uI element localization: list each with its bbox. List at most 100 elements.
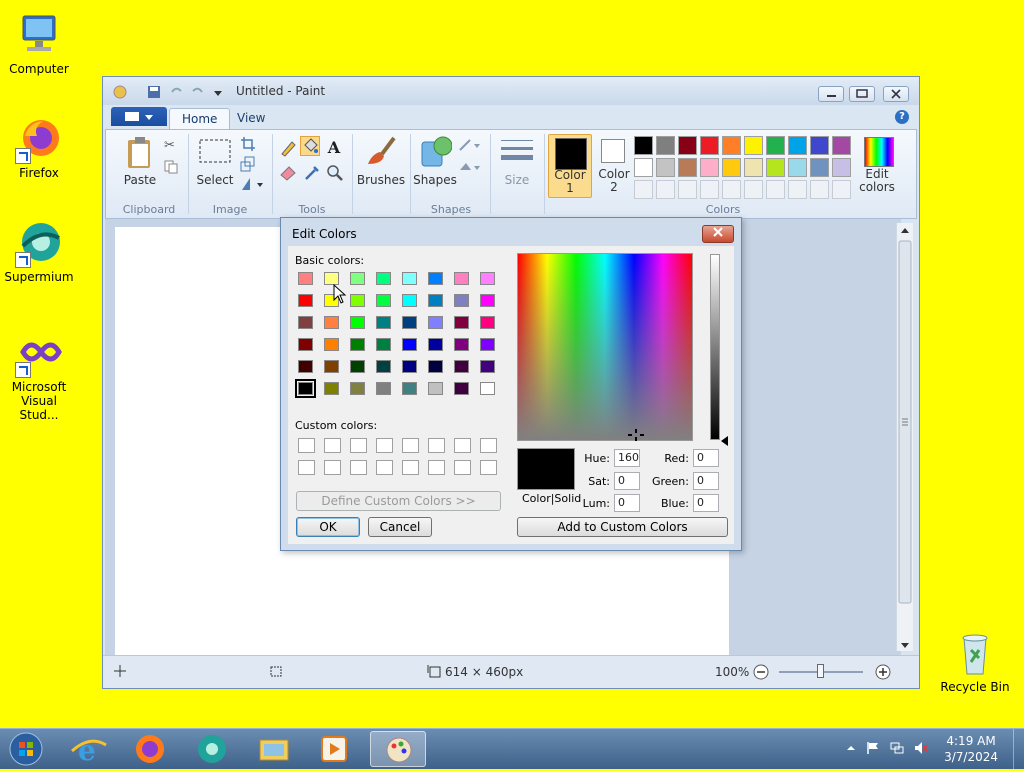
custom-color-swatch[interactable] [402,460,419,475]
basic-color-swatch[interactable] [428,272,443,285]
tab-home[interactable]: Home [169,108,231,130]
basic-color-swatch[interactable] [428,316,443,329]
basic-color-swatch[interactable] [324,360,339,373]
red-field[interactable]: 0 [693,449,719,467]
taskbar-paint-icon[interactable] [370,731,426,767]
palette-swatch[interactable] [766,158,785,177]
basic-color-swatch[interactable] [428,294,443,307]
palette-swatch[interactable] [810,158,829,177]
basic-color-swatch[interactable] [454,360,469,373]
palette-empty-swatch[interactable] [810,180,829,199]
luminosity-bar[interactable] [710,254,720,440]
basic-color-swatch[interactable] [295,379,316,398]
basic-color-swatch[interactable] [350,316,365,329]
help-icon[interactable]: ? [895,110,909,124]
palette-empty-swatch[interactable] [766,180,785,199]
desktop-icon-visual-studio[interactable]: Microsoft Visual Stud... [0,330,78,422]
start-button[interactable] [6,730,46,768]
network-icon[interactable] [890,741,904,755]
maximize-button[interactable] [849,86,875,102]
luminosity-arrow-icon[interactable] [721,435,729,449]
vertical-scrollbar[interactable] [896,223,913,651]
palette-swatch[interactable] [722,158,741,177]
text-tool-icon[interactable]: A [324,138,344,158]
brushes-button[interactable]: Brushes [356,173,406,187]
action-center-flag-icon[interactable] [866,741,880,755]
custom-color-swatch[interactable] [428,438,445,453]
color-spectrum[interactable] [517,253,693,441]
basic-color-swatch[interactable] [428,338,443,351]
palette-swatch[interactable] [678,136,697,155]
basic-color-swatch[interactable] [298,360,313,373]
basic-color-swatch[interactable] [428,360,443,373]
close-button[interactable] [883,86,909,102]
outline-icon[interactable] [458,138,482,155]
custom-color-swatch[interactable] [454,460,471,475]
basic-color-swatch[interactable] [376,360,391,373]
color-picker-tool-icon[interactable] [302,162,322,182]
basic-color-swatch[interactable] [402,294,417,307]
custom-color-swatch[interactable] [454,438,471,453]
palette-swatch[interactable] [634,158,653,177]
desktop-icon-computer[interactable]: Computer [0,12,78,76]
basic-color-swatch[interactable] [350,360,365,373]
select-icon[interactable] [198,138,232,167]
custom-color-swatch[interactable] [402,438,419,453]
magnifier-tool-icon[interactable] [324,162,344,182]
basic-color-swatch[interactable] [298,294,313,307]
basic-color-swatch[interactable] [480,294,495,307]
green-field[interactable]: 0 [693,472,719,490]
fill-tool-icon[interactable] [300,136,320,156]
customize-qat-icon[interactable] [211,85,225,99]
minimize-button[interactable] [818,86,844,102]
brushes-icon[interactable] [362,134,398,173]
zoom-in-icon[interactable] [875,664,891,683]
basic-color-swatch[interactable] [480,382,495,395]
palette-empty-swatch[interactable] [788,180,807,199]
system-clock[interactable]: 4:19 AM 3/7/2024 [944,733,998,765]
palette-swatch[interactable] [722,136,741,155]
save-icon[interactable] [147,85,161,99]
palette-swatch[interactable] [788,136,807,155]
custom-color-swatch[interactable] [480,438,497,453]
desktop-icon-recycle-bin[interactable]: Recycle Bin [936,630,1014,694]
custom-color-swatch[interactable] [350,438,367,453]
zoom-out-icon[interactable] [753,664,769,683]
basic-color-swatch[interactable] [376,294,391,307]
volume-muted-icon[interactable] [914,741,928,755]
paint-menu-button[interactable] [111,107,167,126]
palette-swatch[interactable] [656,136,675,155]
basic-color-swatch[interactable] [454,316,469,329]
eraser-tool-icon[interactable] [278,162,298,182]
redo-icon[interactable] [191,85,205,99]
basic-color-swatch[interactable] [480,338,495,351]
fill-shape-icon[interactable] [458,160,482,177]
basic-color-swatch[interactable] [454,272,469,285]
basic-color-swatch[interactable] [324,382,339,395]
basic-color-swatch[interactable] [480,360,495,373]
basic-color-swatch[interactable] [428,382,443,395]
palette-empty-swatch[interactable] [678,180,697,199]
show-desktop-button[interactable] [1013,729,1024,769]
define-custom-colors-button[interactable]: Define Custom Colors >> [296,491,501,511]
basic-color-swatch[interactable] [350,272,365,285]
custom-color-swatch[interactable] [376,460,393,475]
crop-icon[interactable] [240,136,256,155]
color2-button[interactable]: Color 2 [594,134,634,196]
size-button[interactable]: Size [494,173,540,187]
tab-view[interactable]: View [225,108,277,129]
taskbar-file-explorer-icon[interactable] [246,731,302,767]
dialog-close-button[interactable] [702,225,734,243]
palette-swatch[interactable] [744,136,763,155]
shapes-icon[interactable] [418,134,453,173]
basic-color-swatch[interactable] [454,294,469,307]
basic-color-swatch[interactable] [454,382,469,395]
rotate-icon[interactable] [240,176,264,195]
basic-color-swatch[interactable] [298,272,313,285]
basic-color-swatch[interactable] [402,316,417,329]
taskbar-media-player-icon[interactable] [306,731,362,767]
palette-swatch[interactable] [700,158,719,177]
palette-swatch[interactable] [656,158,675,177]
palette-empty-swatch[interactable] [656,180,675,199]
palette-empty-swatch[interactable] [700,180,719,199]
